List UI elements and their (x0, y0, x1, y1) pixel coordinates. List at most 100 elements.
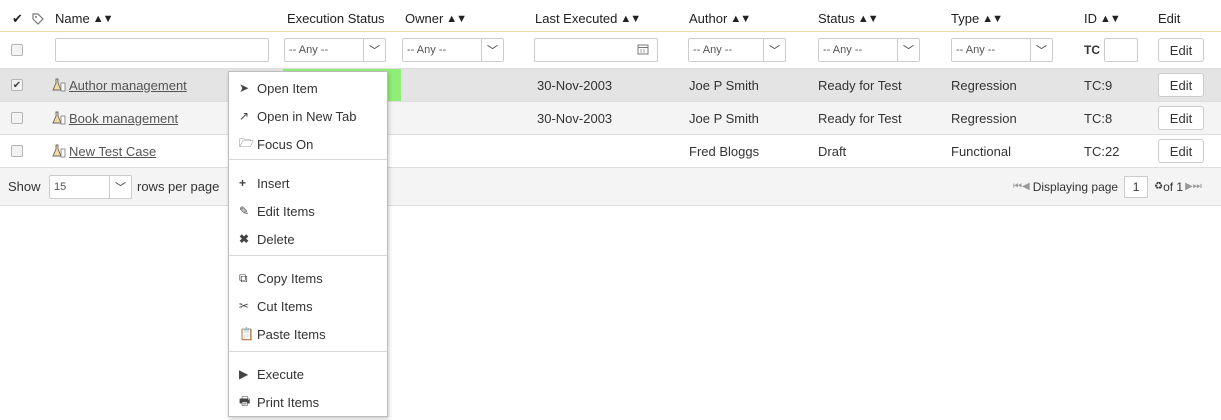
menu-item-edit-items[interactable]: ✎ Edit Items (229, 197, 387, 225)
sort-icon[interactable]: ▲▼ (93, 13, 114, 25)
row-status: Draft (818, 143, 847, 159)
menu-item-copy-items[interactable]: ⧉ Copy Items (229, 264, 387, 292)
menu-item-label: Print Items (257, 394, 320, 410)
last-page-icon[interactable]: ⏭ (1193, 181, 1202, 192)
menu-item-open-item[interactable]: ➤ Open Item (229, 74, 387, 102)
pager-show-label: Show (8, 179, 41, 194)
sort-icon[interactable]: ▲▼ (1100, 13, 1121, 25)
owner-filter[interactable]: -- Any -- ﹀ (402, 38, 504, 62)
sort-icon[interactable]: ▲▼ (446, 13, 467, 25)
id-filter-input[interactable] (1104, 38, 1138, 62)
row-name-cell[interactable]: Author management (52, 69, 187, 101)
row-name-cell[interactable]: Book management (52, 102, 178, 134)
row-author: Joe P Smith (689, 77, 759, 93)
col-edit: Edit (1158, 6, 1180, 31)
folder-open-icon: 🗁 (239, 135, 254, 150)
row-edit-button[interactable]: Edit (1158, 106, 1204, 130)
author-filter-value: -- Any -- (693, 44, 733, 56)
filter-checkbox[interactable] (11, 44, 23, 56)
row-edit-button[interactable]: Edit (1158, 139, 1204, 163)
pager-bar: Show 15 ﹀ rows per page ⏮ ◀ Displaying pa… (0, 167, 1221, 206)
col-author[interactable]: Author ▲▼ (689, 6, 751, 31)
select-all-check-icon[interactable]: ✔ (12, 6, 23, 31)
row-name-cell[interactable]: New Test Case (52, 135, 156, 167)
edit-icon: ✎ (239, 204, 250, 218)
menu-item-label: Focus On (257, 136, 314, 152)
row-name-link[interactable]: New Test Case (69, 144, 156, 159)
refresh-icon[interactable]: ♻ (1154, 181, 1163, 192)
grid-header-row: ✔ Name ▲▼ Execution Status Owner ▲▼ Last E… (0, 6, 1221, 32)
sort-icon[interactable]: ▲▼ (982, 13, 1003, 25)
pager-navigation: ⏮ ◀ Displaying page 1 ♻ of 1 ▶ ⏭ (1013, 168, 1202, 205)
menu-item-label: Delete (257, 231, 295, 247)
menu-item-label: Insert (257, 175, 290, 191)
menu-item-insert[interactable]: + Insert (229, 169, 387, 197)
col-type[interactable]: Type ▲▼ (951, 6, 1003, 31)
author-filter[interactable]: -- Any -- ﹀ (688, 38, 786, 62)
sort-icon[interactable]: ▲▼ (858, 13, 879, 25)
row-edit-button[interactable]: Edit (1158, 73, 1204, 97)
menu-item-open-new-tab[interactable]: ↗ Open in New Tab (229, 102, 387, 130)
menu-item-label: Copy Items (257, 270, 323, 286)
tag-icon (32, 6, 44, 31)
name-filter-input[interactable] (55, 38, 269, 62)
rows-per-page-label: rows per page (137, 179, 220, 194)
menu-separator (229, 351, 387, 352)
menu-item-execute[interactable]: ▶ Execute (229, 360, 387, 388)
table-row[interactable]: ✔ Author management 30-Nov-2003 Joe P Sm… (0, 68, 1221, 102)
table-row[interactable]: New Test Case Fred Bloggs Draft Function… (0, 134, 1221, 167)
col-id[interactable]: ID ▲▼ (1084, 6, 1121, 31)
menu-item-paste-items[interactable]: 📋 Paste Items (229, 320, 387, 348)
owner-filter-value: -- Any -- (407, 44, 447, 56)
row-checkbox[interactable] (11, 112, 23, 124)
menu-item-label: Execute (257, 366, 304, 382)
row-author: Joe P Smith (689, 110, 759, 126)
chevron-down-icon: ﹀ (897, 39, 919, 61)
last-executed-filter-input[interactable] (534, 38, 658, 62)
col-name[interactable]: Name ▲▼ (55, 6, 114, 31)
test-case-icon (52, 111, 66, 125)
col-execution-status: Execution Status (287, 6, 385, 31)
menu-item-print-items[interactable]: 🖶 Print Items (229, 388, 387, 416)
menu-item-cut-items[interactable]: ✂ Cut Items (229, 292, 387, 320)
print-icon: 🖶 (239, 393, 251, 408)
col-id-label: ID (1084, 11, 1097, 26)
type-filter[interactable]: -- Any -- ﹀ (951, 38, 1053, 62)
row-last-executed: 30-Nov-2003 (537, 110, 613, 126)
row-name-link[interactable]: Author management (69, 78, 187, 93)
menu-item-delete[interactable]: ✖ Delete (229, 225, 387, 253)
row-name-link[interactable]: Book management (69, 111, 178, 126)
first-page-icon[interactable]: ⏮ (1013, 181, 1022, 192)
id-filter-prefix: TC (1084, 43, 1100, 57)
displaying-page-label: Displaying page (1032, 179, 1119, 194)
row-checkbox[interactable]: ✔ (11, 79, 23, 91)
row-author: Fred Bloggs (689, 143, 760, 159)
row-checkbox[interactable] (11, 145, 23, 157)
chevron-down-icon: ﹀ (363, 39, 385, 61)
page-size-select[interactable]: 15 ﹀ (49, 174, 132, 199)
col-type-label: Type (951, 11, 980, 26)
menu-item-label: Open in New Tab (257, 108, 357, 124)
col-owner-label: Owner (405, 11, 444, 26)
status-filter[interactable]: -- Any -- ﹀ (818, 38, 920, 62)
external-link-icon: ↗ (239, 109, 250, 123)
menu-item-focus-on[interactable]: 🗁 Focus On (229, 130, 387, 158)
sort-icon[interactable]: ▲▼ (730, 13, 751, 25)
page-total-label: of 1 (1163, 179, 1184, 194)
next-page-icon[interactable]: ▶ (1185, 181, 1193, 192)
prev-page-icon[interactable]: ◀ (1022, 181, 1030, 192)
current-page-input[interactable]: 1 (1124, 175, 1149, 198)
col-status-label: Status (818, 11, 855, 26)
filter-edit-button[interactable]: Edit (1158, 38, 1204, 62)
col-last-executed[interactable]: Last Executed ▲▼ (535, 6, 641, 31)
col-owner[interactable]: Owner ▲▼ (405, 6, 467, 31)
test-case-icon (52, 78, 66, 92)
page-size-value: 15 (54, 180, 67, 193)
col-status[interactable]: Status ▲▼ (818, 6, 879, 31)
execution-status-filter[interactable]: -- Any -- ﹀ (284, 38, 386, 62)
menu-item-label: Paste Items (257, 326, 326, 342)
test-case-icon (52, 144, 66, 158)
table-row[interactable]: Book management 30-Nov-2003 Joe P Smith … (0, 101, 1221, 135)
sort-icon[interactable]: ▲▼ (620, 13, 641, 25)
calendar-icon[interactable] (637, 43, 649, 58)
